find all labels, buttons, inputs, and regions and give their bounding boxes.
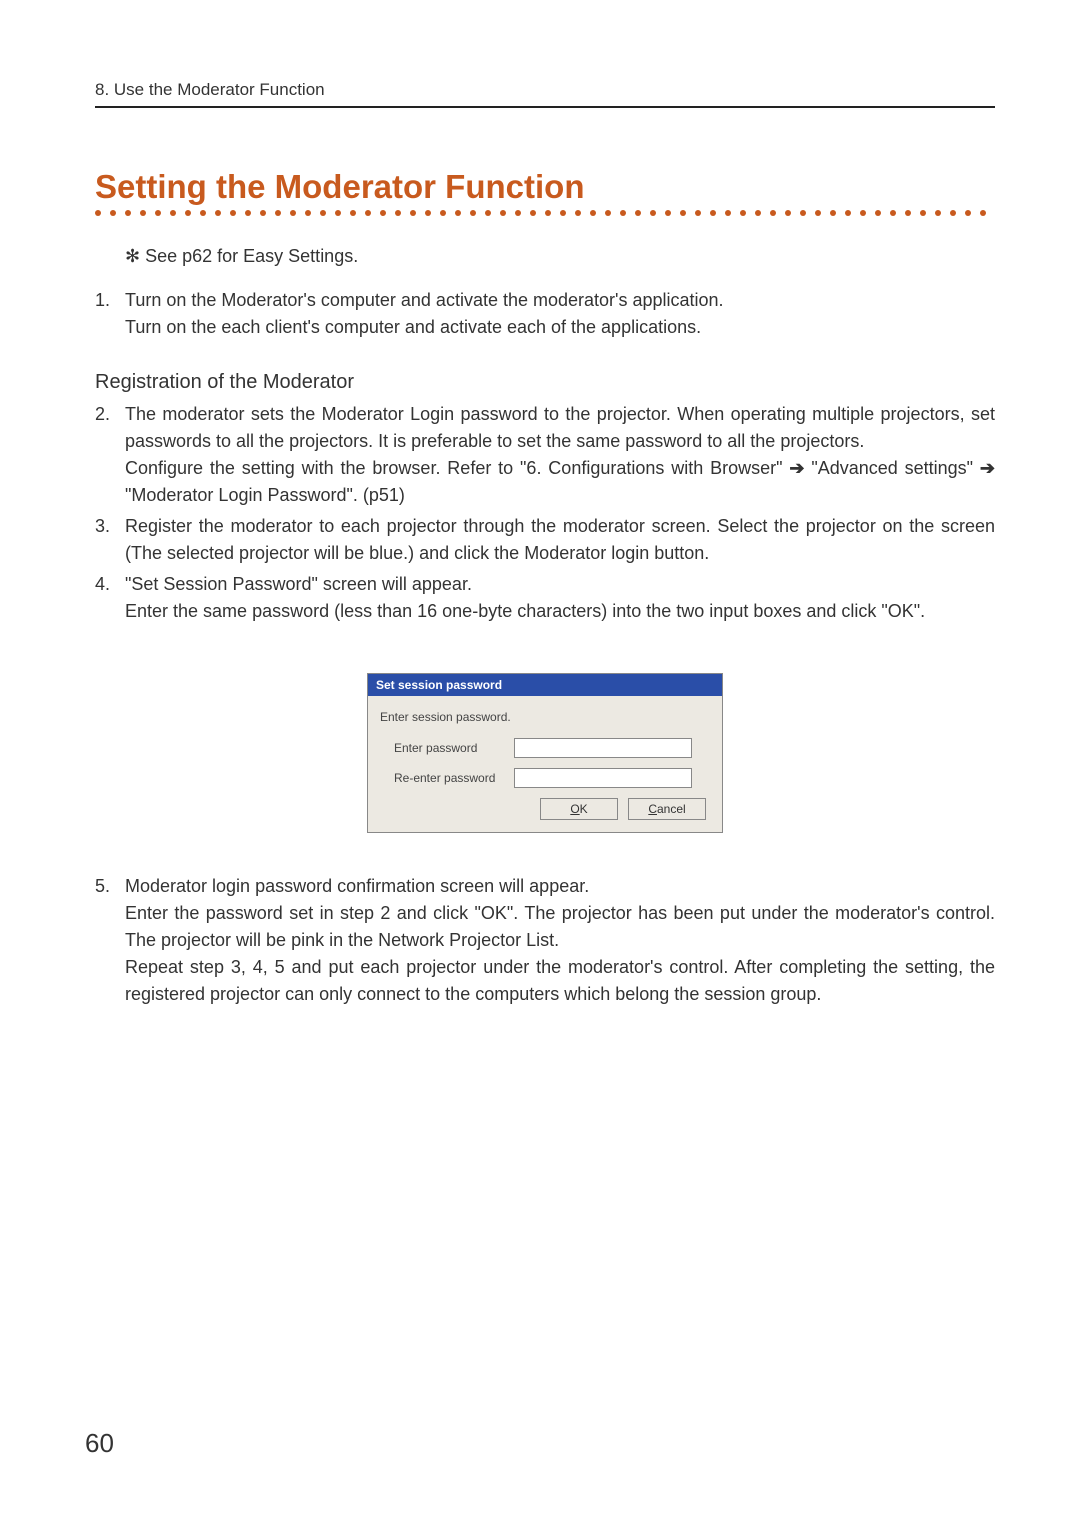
arrow-icon: ➔ xyxy=(789,458,804,478)
cancel-button[interactable]: Cancel xyxy=(628,798,706,820)
step-5-num: 5. xyxy=(95,873,125,1008)
dialog-instruction: Enter session password. xyxy=(380,710,710,724)
step-4: 4. "Set Session Password" screen will ap… xyxy=(95,571,995,625)
dialog-title: Set session password xyxy=(368,674,722,696)
step-2: 2. The moderator sets the Moderator Logi… xyxy=(95,401,995,509)
step-3: 3. Register the moderator to each projec… xyxy=(95,513,995,567)
step-1-num: 1. xyxy=(95,287,125,341)
enter-password-label: Enter password xyxy=(394,741,514,755)
step-1-line1: Turn on the Moderator's computer and act… xyxy=(125,287,995,314)
step-2-p2: Configure the setting with the browser. … xyxy=(125,455,995,509)
step-4-num: 4. xyxy=(95,571,125,625)
arrow-icon: ➔ xyxy=(980,458,995,478)
step-5-p1: Enter the password set in step 2 and cli… xyxy=(125,900,995,954)
step-4-line1: "Set Session Password" screen will appea… xyxy=(125,571,995,598)
reenter-password-label: Re-enter password xyxy=(394,771,514,785)
note-easy-settings: ✻ See p62 for Easy Settings. xyxy=(125,246,995,267)
step-2-num: 2. xyxy=(95,401,125,509)
reenter-password-input[interactable] xyxy=(514,768,692,788)
subheading-registration: Registration of the Moderator xyxy=(95,367,995,397)
page-number: 60 xyxy=(85,1428,114,1459)
step-5-line1: Moderator login password confirmation sc… xyxy=(125,873,995,900)
step-2-p1: The moderator sets the Moderator Login p… xyxy=(125,401,995,455)
step-1-line2: Turn on the each client's computer and a… xyxy=(125,314,995,341)
step-1: 1. Turn on the Moderator's computer and … xyxy=(95,287,995,341)
ok-button[interactable]: OK xyxy=(540,798,618,820)
set-session-password-dialog: Set session password Enter session passw… xyxy=(367,673,723,833)
page-title: Setting the Moderator Function xyxy=(95,168,995,206)
enter-password-input[interactable] xyxy=(514,738,692,758)
step-3-num: 3. xyxy=(95,513,125,567)
step-5-p2: Repeat step 3, 4, 5 and put each project… xyxy=(125,954,995,1008)
step-5: 5. Moderator login password confirmation… xyxy=(95,873,995,1008)
step-4-line2: Enter the same password (less than 16 on… xyxy=(125,598,995,625)
step-3-text: Register the moderator to each projector… xyxy=(125,513,995,567)
chapter-header: 8. Use the Moderator Function xyxy=(95,80,995,108)
decorative-dots xyxy=(95,210,995,216)
